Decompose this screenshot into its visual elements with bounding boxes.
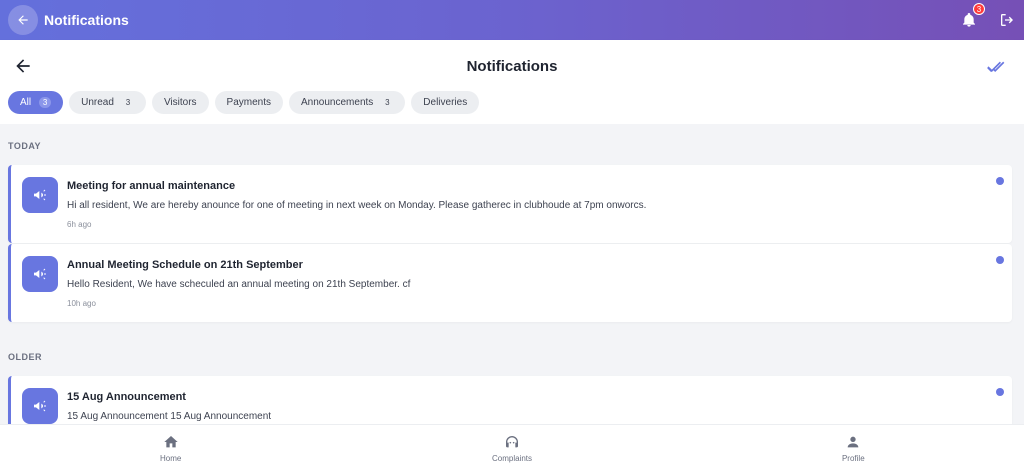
chip-label: All [20, 97, 32, 108]
chip-count: 3 [385, 98, 390, 107]
complaints-icon [505, 435, 518, 447]
chip-label: Payments [226, 97, 272, 108]
nav-item-complaints[interactable]: Complaints [341, 425, 682, 471]
profile-icon [847, 436, 859, 447]
filter-chip-visitors[interactable]: Visitors [151, 91, 209, 114]
nav-item-home[interactable]: Home [0, 425, 341, 471]
megaphone-icon [34, 400, 46, 412]
notification-time: 10h ago [67, 299, 96, 308]
notification-count-badge: 3 [973, 3, 985, 15]
nav-label: Home [159, 453, 182, 463]
chip-label: Announcements [301, 97, 374, 108]
chip-label: Unread [81, 97, 114, 108]
top-bar-title: Notifications [44, 12, 129, 28]
chip-count: 3 [125, 98, 131, 107]
chip-label: Visitors [163, 97, 197, 108]
nav-label: Complaints [491, 453, 532, 463]
logout-icon [1001, 14, 1013, 26]
notification-card[interactable]: Annual Meeting Schedule on 21th Septembe… [8, 244, 1012, 322]
notification-title: Meeting for annual maintenance [67, 180, 236, 192]
filter-chip-all[interactable]: All 3 [8, 91, 64, 114]
top-bar-actions: 3 [960, 3, 1016, 29]
section-label-today: TODAY [8, 141, 42, 151]
bottom-nav: Home Complaints Profile [0, 424, 1024, 471]
unread-dot [996, 256, 1004, 264]
unread-dot [996, 388, 1004, 396]
notification-icon-wrap [22, 177, 58, 213]
chip-count: 3 [39, 97, 52, 108]
megaphone-icon [34, 189, 46, 201]
notification-title: Annual Meeting Schedule on 21th Septembe… [67, 259, 303, 271]
notification-time: 6h ago [67, 220, 92, 229]
notification-icon-wrap [22, 256, 58, 292]
nav-label: Profile [841, 453, 865, 463]
notification-message: 15 Aug Announcement 15 Aug Announcement [67, 411, 272, 422]
home-icon [163, 435, 178, 447]
notification-message: Hi all resident, We are hereby anounce f… [67, 200, 647, 211]
megaphone-icon [34, 268, 46, 280]
top-app-bar: Notifications 3 [0, 0, 1024, 40]
unread-dot [996, 177, 1004, 185]
filter-chip-unread[interactable]: Unread 3 [69, 91, 146, 114]
bell-icon [963, 13, 975, 27]
notifications-bell-button[interactable]: 3 [960, 3, 985, 29]
arrow-left-icon [18, 15, 28, 25]
logout-button[interactable] [998, 11, 1016, 29]
mark-all-read-icon[interactable] [986, 57, 1006, 77]
top-back-button[interactable] [8, 5, 38, 35]
notification-title: 15 Aug Announcement [67, 391, 186, 403]
chip-label: Deliveries [423, 97, 468, 108]
filter-chips: All 3 Unread 3 Visitors Payments Announc… [0, 89, 1024, 124]
notification-message: Hello Resident, We have scheculed an ann… [67, 279, 411, 290]
notification-card[interactable]: Meeting for annual maintenance Hi all re… [8, 165, 1012, 243]
page-header: Notifications [0, 40, 1024, 94]
page-title: Notifications [466, 58, 558, 75]
filter-chip-deliveries[interactable]: Deliveries [411, 91, 480, 114]
filter-chip-announcements[interactable]: Announcements 3 [289, 91, 406, 114]
filter-chip-payments[interactable]: Payments [214, 91, 284, 114]
notification-icon-wrap [22, 388, 58, 424]
app-root: Notifications 3 Notifications All 3 Unre… [0, 0, 1024, 471]
nav-item-profile[interactable]: Profile [683, 425, 1024, 471]
section-label-older: OLDER [8, 352, 42, 362]
